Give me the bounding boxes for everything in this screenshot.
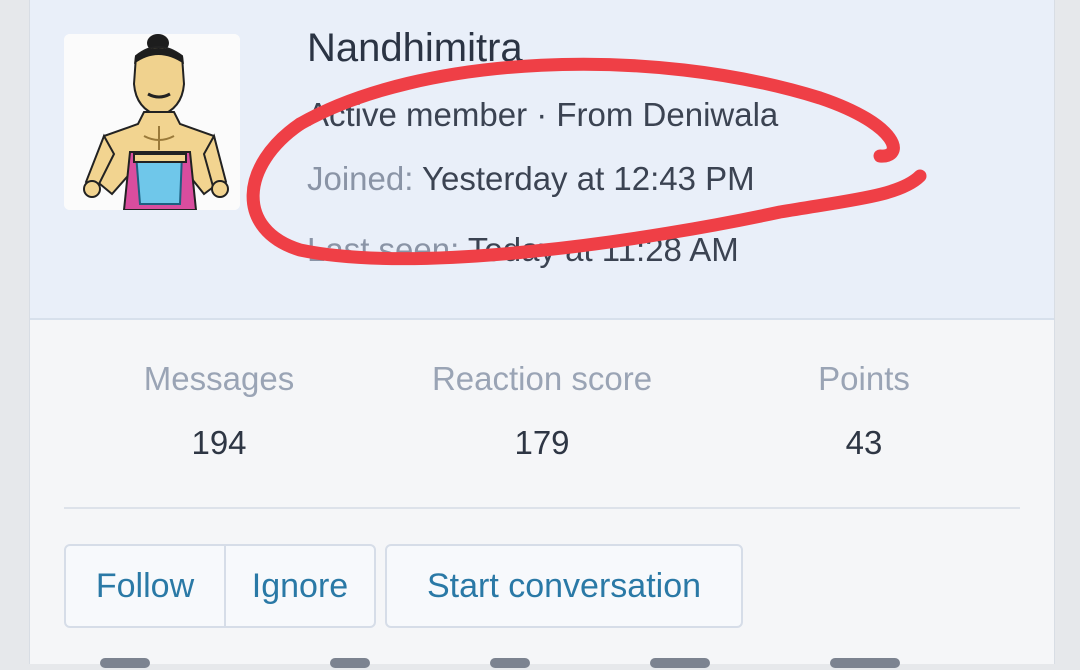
joined-label: Joined: (307, 160, 414, 197)
stat-label: Points (818, 360, 910, 397)
ignore-button[interactable]: Ignore (224, 546, 374, 626)
follow-ignore-group: Follow Ignore (64, 544, 376, 628)
member-subtitle: Active member · From Deniwala (307, 96, 779, 133)
cropped-content-hint (100, 658, 900, 668)
profile-header: Nandhimitra Active member · From Deniwal… (30, 0, 1054, 320)
start-conversation-button[interactable]: Start conversation (387, 546, 741, 626)
member-profile-card: Nandhimitra Active member · From Deniwal… (29, 0, 1055, 664)
stat-label: Messages (143, 360, 295, 397)
member-stats: Messages 194 Reaction score 179 Points 4… (30, 360, 1054, 480)
last-seen-value: Today at 11:28 AM (467, 231, 739, 268)
stat-value: 194 (191, 424, 247, 461)
stat-label: Reaction score (431, 360, 653, 397)
member-name[interactable]: Nandhimitra (307, 26, 523, 71)
last-seen-label: Last seen: (307, 231, 460, 268)
stat-value: 43 (845, 424, 883, 461)
section-divider (64, 507, 1020, 509)
stat-value: 179 (514, 424, 570, 461)
stat-reaction-score[interactable]: Reaction score 179 (402, 360, 682, 462)
joined-row: Joined: Yesterday at 12:43 PM (307, 160, 755, 198)
warrior-illustration-icon (64, 34, 240, 210)
last-seen-row: Last seen: Today at 11:28 AM (307, 231, 739, 269)
follow-button[interactable]: Follow (66, 546, 224, 626)
joined-value: Yesterday at 12:43 PM (422, 160, 755, 197)
conversation-group: Start conversation (385, 544, 743, 628)
stat-points[interactable]: Points 43 (724, 360, 1004, 462)
stat-messages[interactable]: Messages 194 (79, 360, 359, 462)
member-avatar[interactable] (64, 34, 240, 210)
